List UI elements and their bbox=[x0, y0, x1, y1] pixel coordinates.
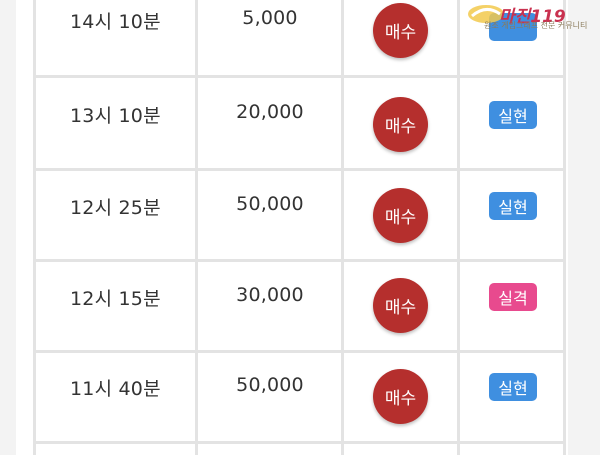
buy-button[interactable]: 매수 bbox=[373, 97, 428, 152]
result-badge: 실현 bbox=[489, 373, 537, 401]
table-row: 13시 10분 20,000 매수 실현 bbox=[0, 78, 600, 168]
row-time: 14시 10분 bbox=[70, 11, 161, 33]
buy-button[interactable]: 매수 bbox=[373, 3, 428, 58]
watermark-logo: 마진119 원조 게임그래프 전문 커뮤니티 bbox=[462, 0, 600, 30]
row-time: 12시 15분 bbox=[70, 288, 161, 310]
result-badge: 실격 bbox=[489, 283, 537, 311]
table-row: 12시 25분 50,000 매수 실현 bbox=[0, 171, 600, 261]
row-amount: 30,000 bbox=[236, 284, 304, 306]
row-time: 11시 40분 bbox=[70, 378, 161, 400]
row-amount: 50,000 bbox=[236, 193, 304, 215]
buy-button[interactable]: 매수 bbox=[373, 369, 428, 424]
table-row: 11시 40분 50,000 매수 실현 bbox=[0, 353, 600, 443]
table-row: 12시 15분 30,000 매수 실격 bbox=[0, 262, 600, 352]
result-badge: 실현 bbox=[489, 101, 537, 129]
row-time: 12시 25분 bbox=[70, 197, 161, 219]
buy-button[interactable]: 매수 bbox=[373, 278, 428, 333]
watermark-tagline: 원조 게임그래프 전문 커뮤니티 bbox=[484, 21, 588, 30]
result-badge: 실현 bbox=[489, 192, 537, 220]
row-amount: 5,000 bbox=[242, 7, 298, 29]
row-amount: 50,000 bbox=[236, 374, 304, 396]
row-amount: 20,000 bbox=[236, 101, 304, 123]
buy-button[interactable]: 매수 bbox=[373, 188, 428, 243]
row-time: 13시 10분 bbox=[70, 105, 161, 127]
